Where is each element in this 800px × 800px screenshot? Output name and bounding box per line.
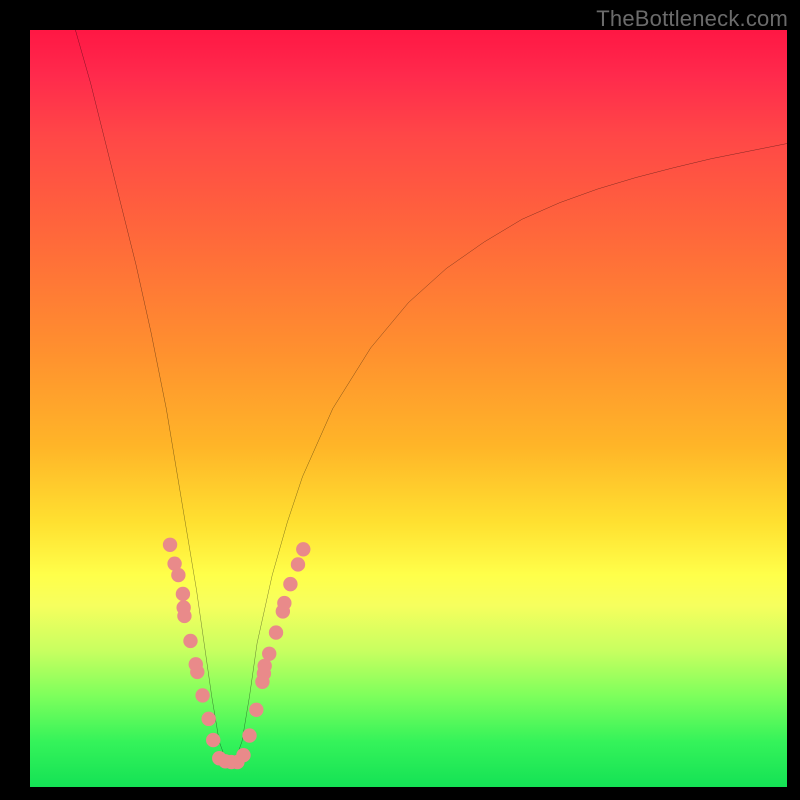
- highlight-dot: [249, 703, 263, 717]
- highlight-dot: [176, 587, 190, 601]
- highlight-dot: [291, 557, 305, 571]
- highlight-dot: [236, 748, 250, 762]
- highlight-dot: [177, 609, 191, 623]
- plot-area: [30, 30, 787, 787]
- highlight-dot: [242, 728, 256, 742]
- highlight-dot: [171, 568, 185, 582]
- highlight-dot: [262, 647, 276, 661]
- chart-frame: TheBottleneck.com: [0, 0, 800, 800]
- highlight-dot: [183, 634, 197, 648]
- highlight-dot: [195, 688, 209, 702]
- highlight-dot: [206, 733, 220, 747]
- highlight-dots-group: [163, 538, 311, 770]
- highlight-dot: [269, 625, 283, 639]
- highlight-dot: [163, 538, 177, 552]
- highlight-dot: [190, 665, 204, 679]
- watermark-text: TheBottleneck.com: [596, 6, 788, 32]
- bottleneck-curve-path: [75, 30, 787, 763]
- highlight-dot: [277, 596, 291, 610]
- highlight-dot: [283, 577, 297, 591]
- highlight-dot: [296, 542, 310, 556]
- bottleneck-curve-svg: [30, 30, 787, 787]
- highlight-dot: [201, 712, 215, 726]
